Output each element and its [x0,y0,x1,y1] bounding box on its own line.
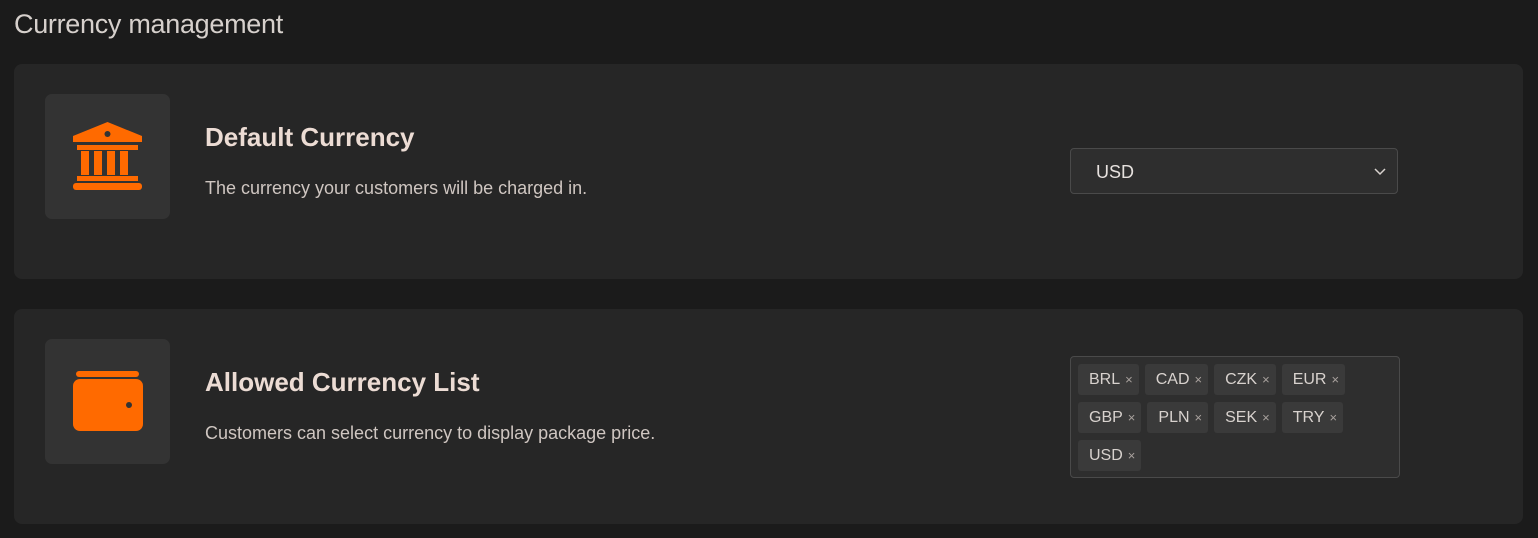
currency-tag-try: TRY × [1281,402,1344,433]
remove-tag-icon[interactable]: × [1331,373,1339,386]
tag-label: CZK [1225,370,1258,388]
tag-label: TRY [1292,408,1325,426]
tag-label: CAD [1155,370,1190,388]
allowed-currency-description: Customers can select currency to display… [205,423,656,443]
page-title: Currency management [14,9,283,39]
remove-tag-icon[interactable]: × [1195,373,1203,386]
currency-tag-brl: BRL × [1078,364,1139,395]
default-currency-select[interactable]: USD [1070,148,1398,194]
remove-tag-icon[interactable]: × [1128,449,1136,462]
currency-tag-usd: USD × [1078,440,1142,471]
currency-tag-cad: CAD × [1144,364,1209,395]
default-currency-title: Default Currency [205,122,415,152]
allowed-currency-title: Allowed Currency List [205,367,480,397]
tag-label: GBP [1089,408,1123,426]
bank-icon-box [45,94,170,219]
remove-tag-icon[interactable]: × [1128,411,1136,424]
default-currency-description: The currency your customers will be char… [205,178,588,198]
allowed-currency-card: Allowed Currency List Customers can sele… [14,309,1523,524]
remove-tag-icon[interactable]: × [1262,373,1270,386]
allowed-currency-multiselect[interactable]: BRL × CAD × CZK × EUR × GBP × PLN × SEK … [1070,356,1400,478]
currency-tag-czk: CZK × [1214,364,1276,395]
tag-label: USD [1089,446,1123,464]
tag-label: EUR [1292,370,1327,388]
chevron-down-icon [1374,168,1386,176]
remove-tag-icon[interactable]: × [1262,411,1270,424]
remove-tag-icon[interactable]: × [1329,411,1337,424]
currency-tag-sek: SEK × [1214,402,1276,433]
tag-label: PLN [1158,408,1190,426]
bank-icon [73,122,142,190]
tag-label: BRL [1089,370,1121,388]
wallet-icon-box [45,339,170,464]
remove-tag-icon[interactable]: × [1195,411,1203,424]
currency-tag-pln: PLN × [1147,402,1209,433]
currency-tag-eur: EUR × [1281,364,1346,395]
remove-tag-icon[interactable]: × [1125,373,1133,386]
default-currency-card: Default Currency The currency your custo… [14,64,1523,279]
currency-tag-gbp: GBP × [1078,402,1142,433]
default-currency-value: USD [1096,162,1135,182]
tag-label: SEK [1225,408,1258,426]
wallet-icon [73,371,143,431]
